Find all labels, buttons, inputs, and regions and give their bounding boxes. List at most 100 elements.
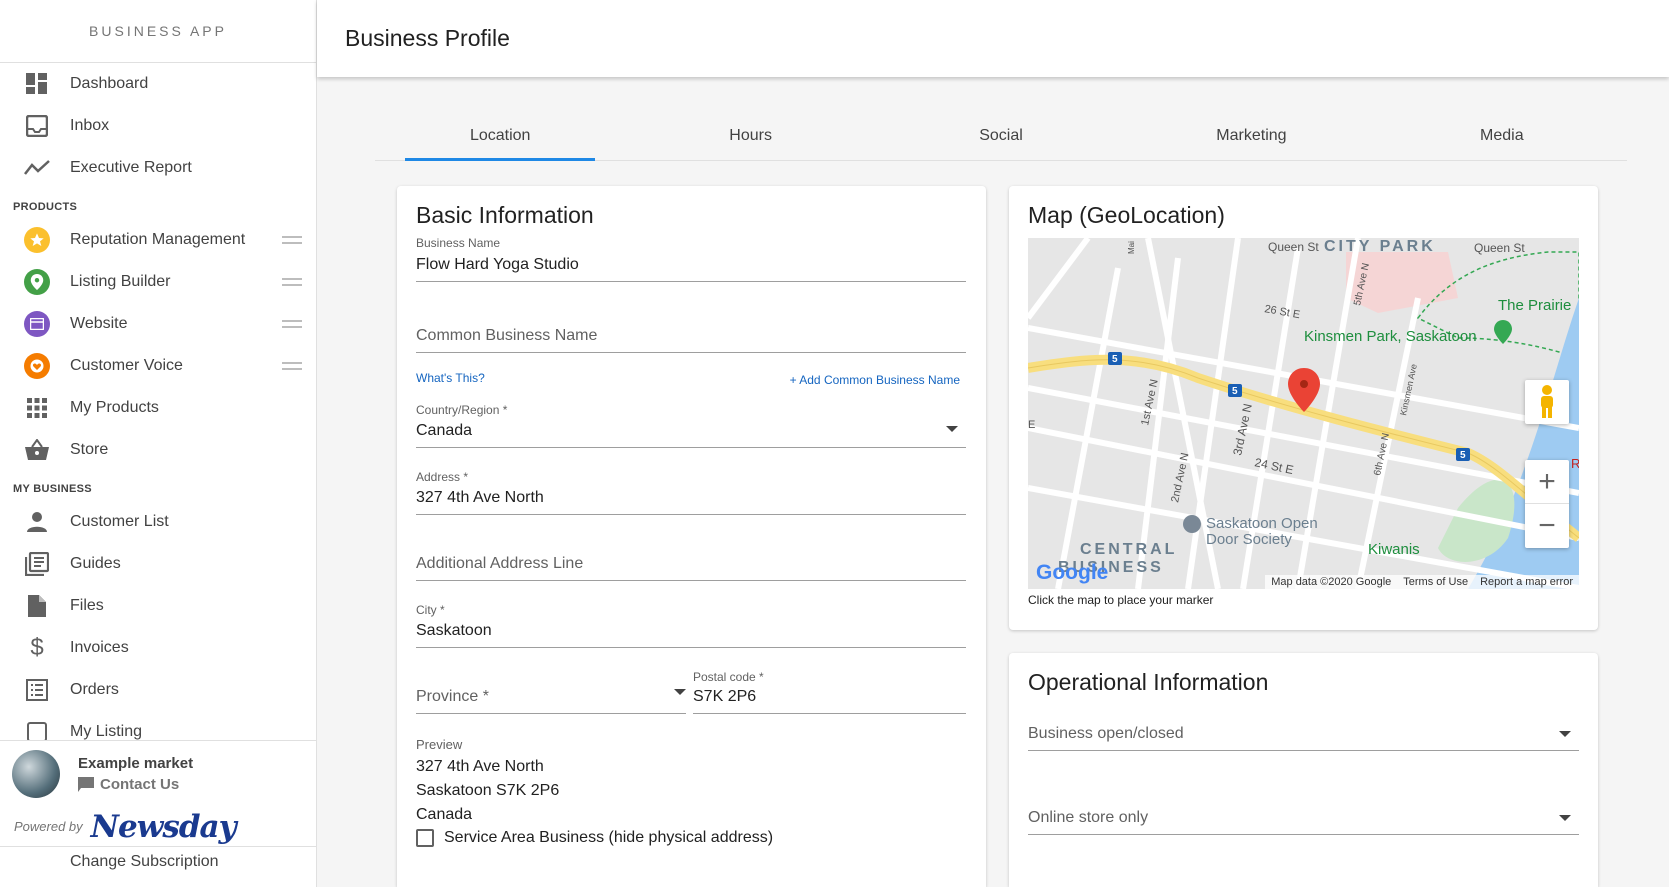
drag-handle-icon[interactable] <box>282 278 302 286</box>
preview-line: 327 4th Ave North <box>416 758 544 775</box>
service-area-checkbox[interactable] <box>416 829 434 847</box>
map-attribution: Map data ©2020 Google Terms of Use Repor… <box>1265 575 1579 589</box>
powered-by: Powered by Newsday <box>0 807 316 847</box>
map-label: R <box>1571 456 1579 471</box>
common-business-name-field[interactable]: Common Business Name <box>416 321 966 353</box>
online-store-only-placeholder: Online store only <box>1028 809 1149 826</box>
sidebar-item-label: Files <box>70 597 104 614</box>
landmark-pin-icon <box>1183 515 1201 533</box>
tab-media[interactable]: Media <box>1377 112 1627 160</box>
chat-bubble-icon <box>78 777 94 792</box>
tab-bar: Location Hours Social Marketing Media <box>375 112 1627 161</box>
preview-line: Canada <box>416 806 473 823</box>
app-title: BUSINESS APP <box>0 0 316 63</box>
inbox-icon <box>24 113 50 139</box>
sidebar: BUSINESS APP Dashboard Inbox Executive R… <box>0 0 317 887</box>
page-title: Business Profile <box>345 25 510 51</box>
sidebar-item-label: Orders <box>70 681 119 698</box>
add-common-business-name-link[interactable]: + Add Common Business Name <box>790 373 960 387</box>
sidebar-footer: Example market Contact Us Powered by New… <box>0 740 316 887</box>
sidebar-item-dashboard[interactable]: Dashboard <box>0 63 316 105</box>
map-title: Map (GeoLocation) <box>1028 202 1225 228</box>
sidebar-item-executive-report[interactable]: Executive Report <box>0 147 316 189</box>
drag-handle-icon[interactable] <box>282 236 302 244</box>
business-name-label: Business Name <box>416 236 501 250</box>
additional-address-field[interactable]: Additional Address Line <box>416 548 966 581</box>
route-shield-label: 5 <box>1460 450 1466 461</box>
postal-code-label: Postal code * <box>693 670 764 684</box>
sidebar-item-listing-builder[interactable]: Listing Builder <box>0 261 316 303</box>
sidebar-item-label: Invoices <box>70 639 129 656</box>
service-area-checkbox-row[interactable]: Service Area Business (hide physical add… <box>416 829 773 847</box>
location-pin-icon <box>24 269 50 295</box>
country-region-value: Canada <box>416 422 473 439</box>
sidebar-item-customer-list[interactable]: Customer List <box>0 501 316 543</box>
map-label: Saskatoon Open <box>1206 515 1318 532</box>
terms-of-use-link[interactable]: Terms of Use <box>1403 576 1468 588</box>
sidebar-item-files[interactable]: Files <box>0 585 316 627</box>
drag-handle-icon[interactable] <box>282 320 302 328</box>
address-field[interactable]: Address * 327 4th Ave North <box>416 470 966 515</box>
person-icon <box>24 509 50 535</box>
street-view-pegman-icon[interactable] <box>1525 380 1569 424</box>
business-name-field[interactable]: Business Name Flow Hard Yoga Studio <box>416 236 966 282</box>
file-icon <box>24 593 50 619</box>
operational-information-card: Operational Information Business open/cl… <box>1009 653 1598 887</box>
sidebar-item-guides[interactable]: Guides <box>0 543 316 585</box>
map-label: CENTRAL <box>1080 541 1177 558</box>
sidebar-item-customer-voice[interactable]: Customer Voice <box>0 345 316 387</box>
zoom-out-button[interactable]: − <box>1525 504 1569 548</box>
heart-chat-icon <box>24 353 50 379</box>
business-open-closed-select[interactable]: Business open/closed <box>1028 713 1579 751</box>
tab-location[interactable]: Location <box>375 112 625 161</box>
sidebar-item-store[interactable]: Store <box>0 429 316 471</box>
postal-code-field[interactable]: Postal code * S7K 2P6 <box>693 670 966 714</box>
sidebar-item-my-products[interactable]: My Products <box>0 387 316 429</box>
sidebar-item-label: Executive Report <box>70 159 192 176</box>
report-map-error-link[interactable]: Report a map error <box>1480 576 1573 588</box>
basic-information-title: Basic Information <box>416 202 594 228</box>
address-label: Address * <box>416 470 469 484</box>
drag-handle-icon[interactable] <box>282 362 302 370</box>
address-value: 327 4th Ave North <box>416 489 544 506</box>
sidebar-item-orders[interactable]: Orders <box>0 669 316 711</box>
city-field[interactable]: City * Saskatoon <box>416 603 966 648</box>
map-label: The Prairie <box>1498 297 1571 314</box>
sidebar-item-website[interactable]: Website <box>0 303 316 345</box>
business-name-value: Flow Hard Yoga Studio <box>416 256 579 273</box>
common-business-name-placeholder: Common Business Name <box>416 327 598 344</box>
map-instruction: Click the map to place your marker <box>1028 593 1214 607</box>
sidebar-item-inbox[interactable]: Inbox <box>0 105 316 147</box>
map-label: E <box>1028 419 1035 431</box>
city-value: Saskatoon <box>416 622 492 639</box>
address-preview: Preview 327 4th Ave North Saskatoon S7K … <box>416 733 559 827</box>
map-label: CITY PARK <box>1324 238 1436 255</box>
sidebar-item-label: Listing Builder <box>70 273 171 290</box>
zoom-in-button[interactable]: + <box>1525 460 1569 504</box>
dollar-icon: $ <box>30 634 44 661</box>
map-label: Door Society <box>1206 531 1292 548</box>
whats-this-link[interactable]: What's This? <box>416 371 485 385</box>
powered-by-label: Powered by <box>14 819 83 834</box>
sidebar-item-label: My Listing <box>70 723 143 740</box>
browser-icon <box>24 311 50 337</box>
dropdown-arrow-icon <box>674 689 686 695</box>
sidebar-item-label: Website <box>70 315 128 332</box>
contact-us-link[interactable]: Contact Us <box>78 776 193 793</box>
dropdown-arrow-icon <box>1559 731 1571 737</box>
tab-hours[interactable]: Hours <box>625 112 875 160</box>
province-select[interactable]: Province * <box>416 672 686 714</box>
sidebar-item-reputation-management[interactable]: Reputation Management <box>0 219 316 261</box>
map-canvas[interactable]: 5 5 5 Queen St CITY PARK Queen St The Pr… <box>1028 238 1579 589</box>
my-business-section-header: MY BUSINESS <box>13 483 92 495</box>
sidebar-item-invoices[interactable]: $ Invoices <box>0 627 316 669</box>
country-region-label: Country/Region * <box>416 403 508 417</box>
country-region-select[interactable]: Country/Region * Canada <box>416 403 966 448</box>
tab-marketing[interactable]: Marketing <box>1126 112 1376 160</box>
online-store-only-select[interactable]: Online store only <box>1028 797 1579 835</box>
tab-social[interactable]: Social <box>876 112 1126 160</box>
change-subscription-link[interactable]: Change Subscription <box>0 847 316 871</box>
newsday-logo: Newsday <box>90 808 237 845</box>
market-name: Example market <box>78 755 194 772</box>
operational-information-title: Operational Information <box>1028 669 1269 695</box>
